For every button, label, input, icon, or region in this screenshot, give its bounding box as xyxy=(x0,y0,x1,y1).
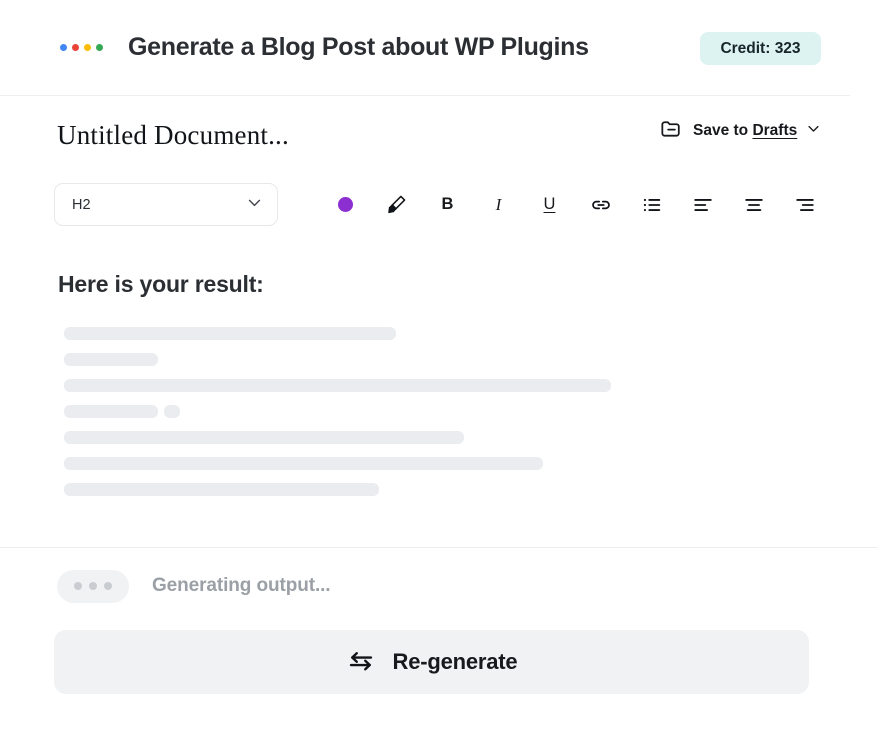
save-to-label: Save to Drafts xyxy=(693,122,797,140)
chevron-down-icon xyxy=(806,121,821,141)
align-center-button[interactable] xyxy=(728,183,779,226)
color-circle-icon xyxy=(338,197,353,212)
underline-icon: U xyxy=(544,195,556,214)
formatting-toolbar: B I U xyxy=(320,183,830,226)
skeleton-row xyxy=(64,405,824,418)
skeleton-bar xyxy=(64,379,611,392)
highlighter-button[interactable] xyxy=(371,183,422,226)
logo-dot-red xyxy=(72,44,79,51)
document-title[interactable]: Untitled Document... xyxy=(57,120,289,151)
skeleton-bar xyxy=(64,327,396,340)
folder-minus-icon xyxy=(659,116,684,146)
link-button[interactable] xyxy=(575,183,626,226)
italic-icon: I xyxy=(496,195,502,215)
skeleton-row xyxy=(64,353,824,366)
italic-button[interactable]: I xyxy=(473,183,524,226)
result-heading: Here is your result: xyxy=(58,271,264,298)
status-row: Generating output... xyxy=(57,568,331,604)
skeleton-bar xyxy=(64,405,158,418)
page-title: Generate a Blog Post about WP Plugins xyxy=(128,33,589,62)
skeleton-bar xyxy=(64,457,543,470)
skeleton-bar xyxy=(64,483,379,496)
chevron-down-icon xyxy=(246,194,263,216)
logo-dot-blue xyxy=(60,44,67,51)
align-left-button[interactable] xyxy=(677,183,728,226)
four-dots-logo xyxy=(60,44,103,51)
regenerate-label: Re-generate xyxy=(393,649,518,675)
skeleton-bar xyxy=(164,405,180,418)
align-right-button[interactable] xyxy=(779,183,830,226)
logo-dot-green xyxy=(96,44,103,51)
underline-button[interactable]: U xyxy=(524,183,575,226)
typing-dot-2 xyxy=(89,582,97,590)
regenerate-button[interactable]: Re-generate xyxy=(54,630,809,694)
skeleton-row xyxy=(64,379,824,392)
app-window: Generate a Blog Post about WP Plugins Cr… xyxy=(0,0,878,748)
skeleton-bar xyxy=(64,431,464,444)
align-right-icon xyxy=(794,194,816,216)
skeleton-row xyxy=(64,457,824,470)
link-icon xyxy=(589,193,613,217)
save-to-dropdown[interactable]: Save to Drafts xyxy=(659,117,821,145)
skeleton-row xyxy=(64,431,824,444)
three-dots-typing-icon xyxy=(57,570,129,603)
status-text: Generating output... xyxy=(152,575,331,597)
bold-icon: B xyxy=(442,195,454,214)
align-left-icon xyxy=(692,194,714,216)
skeleton-row xyxy=(64,483,824,496)
section-divider xyxy=(0,547,878,548)
text-color-swatch-button[interactable] xyxy=(320,183,371,226)
save-to-prefix: Save to xyxy=(693,122,748,139)
content-skeleton xyxy=(64,327,824,509)
typing-dot-3 xyxy=(104,582,112,590)
skeleton-bar xyxy=(64,353,158,366)
bulleted-list-button[interactable] xyxy=(626,183,677,226)
app-header: Generate a Blog Post about WP Plugins Cr… xyxy=(0,0,850,96)
save-to-target: Drafts xyxy=(752,122,797,139)
two-way-arrows-icon xyxy=(346,646,376,679)
highlighter-pen-icon xyxy=(385,193,408,216)
credit-badge: Credit: 323 xyxy=(700,32,821,65)
align-center-icon xyxy=(743,194,765,216)
bulleted-list-icon xyxy=(641,194,663,216)
bold-button[interactable]: B xyxy=(422,183,473,226)
format-select-value: H2 xyxy=(72,197,91,213)
logo-dot-yellow xyxy=(84,44,91,51)
typing-dot-1 xyxy=(74,582,82,590)
format-select[interactable]: H2 xyxy=(54,183,278,226)
skeleton-row xyxy=(64,327,824,340)
